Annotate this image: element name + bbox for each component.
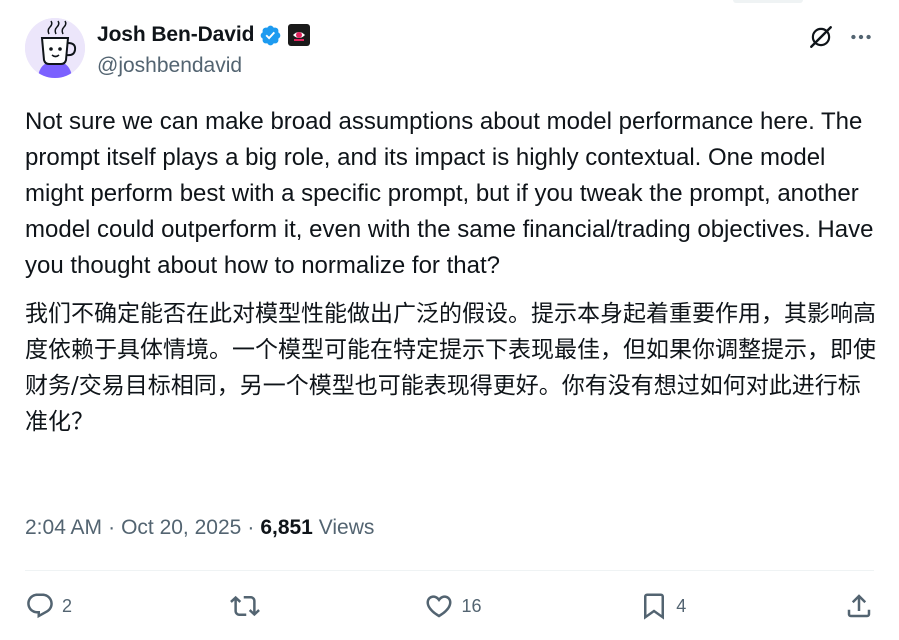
reply-icon — [27, 593, 53, 619]
post-body: Not sure we can make broad assumptions a… — [25, 104, 877, 440]
verified-badge-icon[interactable] — [259, 24, 282, 47]
meta-separator-2: · — [247, 516, 255, 539]
views-count[interactable]: 6,851 — [260, 516, 313, 539]
repost-icon — [229, 595, 260, 617]
top-edge-bar — [733, 0, 803, 3]
like-button[interactable]: 16 — [424, 591, 482, 621]
author-handle[interactable]: @joshbendavid — [97, 54, 242, 78]
heart-icon — [426, 595, 452, 618]
avatar[interactable] — [25, 18, 85, 78]
post-text-english: Not sure we can make broad assumptions a… — [25, 108, 874, 279]
share-button[interactable] — [844, 591, 874, 621]
post-date[interactable]: Oct 20, 2025 — [121, 516, 241, 540]
divider — [25, 570, 874, 571]
post-text-chinese: 我们不确定能否在此对模型性能做出广泛的假设。提示本身起着重要作用，其影响高度依赖… — [25, 301, 876, 435]
coffee-cup-avatar-icon — [25, 18, 85, 78]
like-count: 16 — [461, 595, 482, 616]
reply-count: 2 — [62, 595, 73, 616]
affiliate-badge-icon[interactable] — [288, 24, 311, 46]
post-time[interactable]: 2:04 AM — [25, 516, 102, 540]
bookmark-icon — [644, 593, 665, 620]
post-header: Josh Ben-David @joshbendavid — [25, 18, 874, 82]
engagement-bar: 2 16 4 — [25, 584, 874, 628]
repost-button[interactable] — [229, 591, 267, 621]
post-top-actions — [808, 24, 874, 50]
grok-icon[interactable] — [808, 24, 834, 50]
post-metadata: 2:04 AM · Oct 20, 2025 · 6,851 Views — [25, 516, 374, 540]
bookmark-count: 4 — [676, 595, 687, 616]
share-icon — [847, 594, 871, 618]
author-name-row: Josh Ben-David — [97, 22, 311, 48]
views-label: Views — [318, 516, 375, 539]
author-display-name[interactable]: Josh Ben-David — [97, 23, 254, 47]
meta-separator: · — [108, 516, 116, 539]
more-options-icon[interactable] — [848, 24, 874, 50]
bookmark-button[interactable]: 4 — [639, 591, 686, 621]
reply-button[interactable]: 2 — [25, 591, 72, 621]
